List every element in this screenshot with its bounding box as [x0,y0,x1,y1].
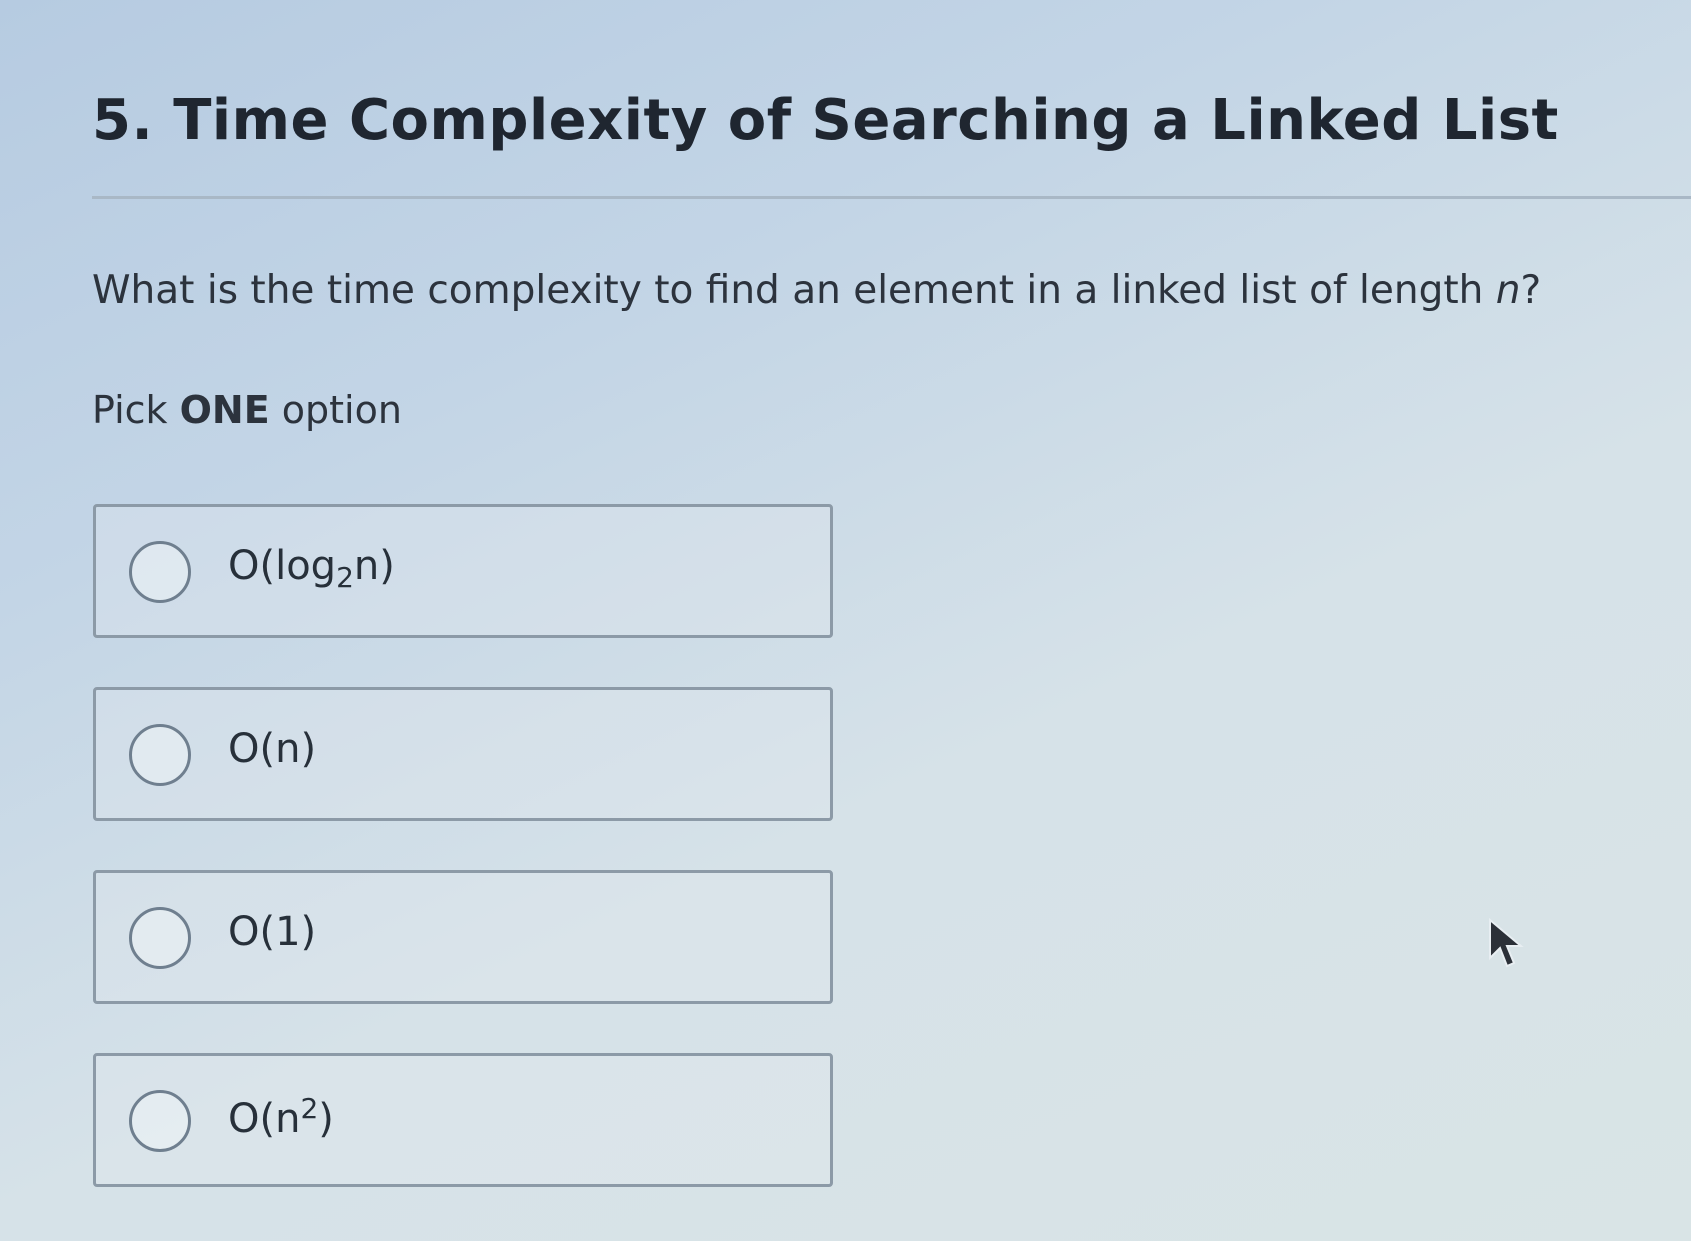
instruction-suffix: option [269,388,402,432]
instruction-bold: ONE [179,388,270,432]
radio-button-empty-icon[interactable] [129,1090,191,1152]
option-label: O(n) [228,726,317,772]
option-label: O(n2) [228,1092,334,1142]
title-divider [92,196,1691,199]
option-label-subscript: 2 [336,561,354,594]
question-prompt-variable: n [1495,268,1521,313]
option-label-rest: ) [318,1096,334,1142]
radio-button-empty-icon[interactable] [129,724,191,786]
radio-button-empty-icon[interactable] [129,541,191,603]
option-label-rest: n) [353,543,395,589]
question-page: 5. Time Complexity of Searching a Linked… [0,0,1691,1241]
option-o-log2-n[interactable]: O(log2n) [93,504,833,638]
radio-button-empty-icon[interactable] [129,907,191,969]
mouse-pointer-icon [1489,918,1524,968]
question-prompt-text: What is the time complexity to find an e… [92,268,1496,313]
instruction-prefix: Pick [92,388,180,432]
question-title: 5. Time Complexity of Searching a Linked… [92,88,1559,153]
option-label: O(1) [228,909,317,955]
question-prompt: What is the time complexity to find an e… [92,268,1541,313]
option-label-base: O(log [228,543,337,589]
option-label: O(log2n) [228,543,395,594]
option-o-n-squared[interactable]: O(n2) [93,1053,833,1187]
question-prompt-end: ? [1520,268,1542,313]
option-o-1[interactable]: O(1) [93,870,833,1004]
pick-one-instruction: Pick ONE option [92,388,402,432]
option-label-base: O(n [228,1096,301,1142]
option-o-n[interactable]: O(n) [93,687,833,821]
option-label-superscript: 2 [300,1092,319,1125]
answer-options: O(log2n) O(n) O(1) O(n2) [93,504,833,1236]
